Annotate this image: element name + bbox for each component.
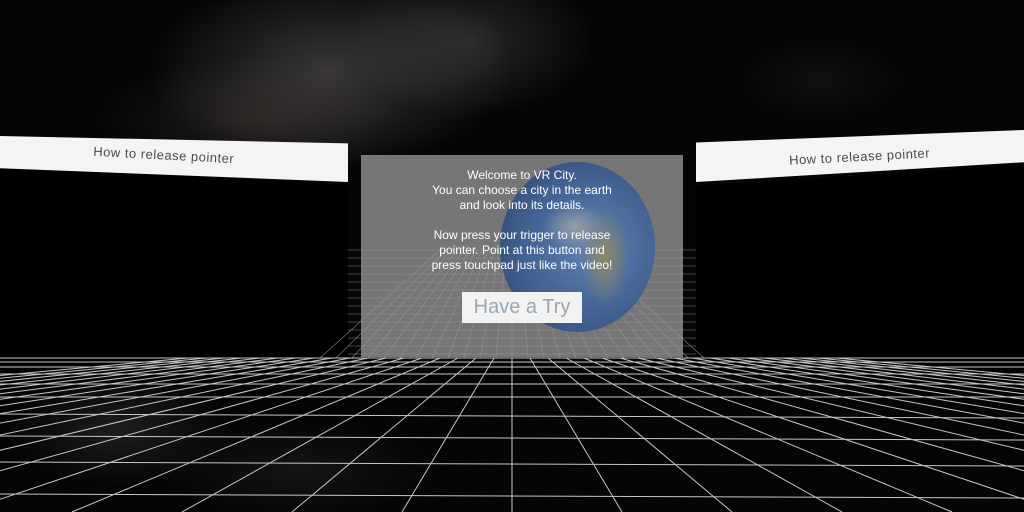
instruction-line: Now press your trigger to release [433,228,611,242]
left-banner-label: How to release pointer [93,143,236,166]
welcome-line: You can choose a city in the earth [432,183,612,197]
instruction-line: press touchpad just like the video! [431,258,613,272]
instruction-line: pointer. Point at this button and [439,243,605,257]
welcome-text: Welcome to VR City. You can choose a cit… [361,168,683,273]
welcome-line: Welcome to VR City. [467,168,577,182]
right-banner-label: How to release pointer [789,144,931,168]
have-a-try-button[interactable]: Have a Try [462,292,582,323]
welcome-line: and look into its details. [459,198,585,212]
vr-scene: How to release pointer How to release po… [0,0,1024,512]
